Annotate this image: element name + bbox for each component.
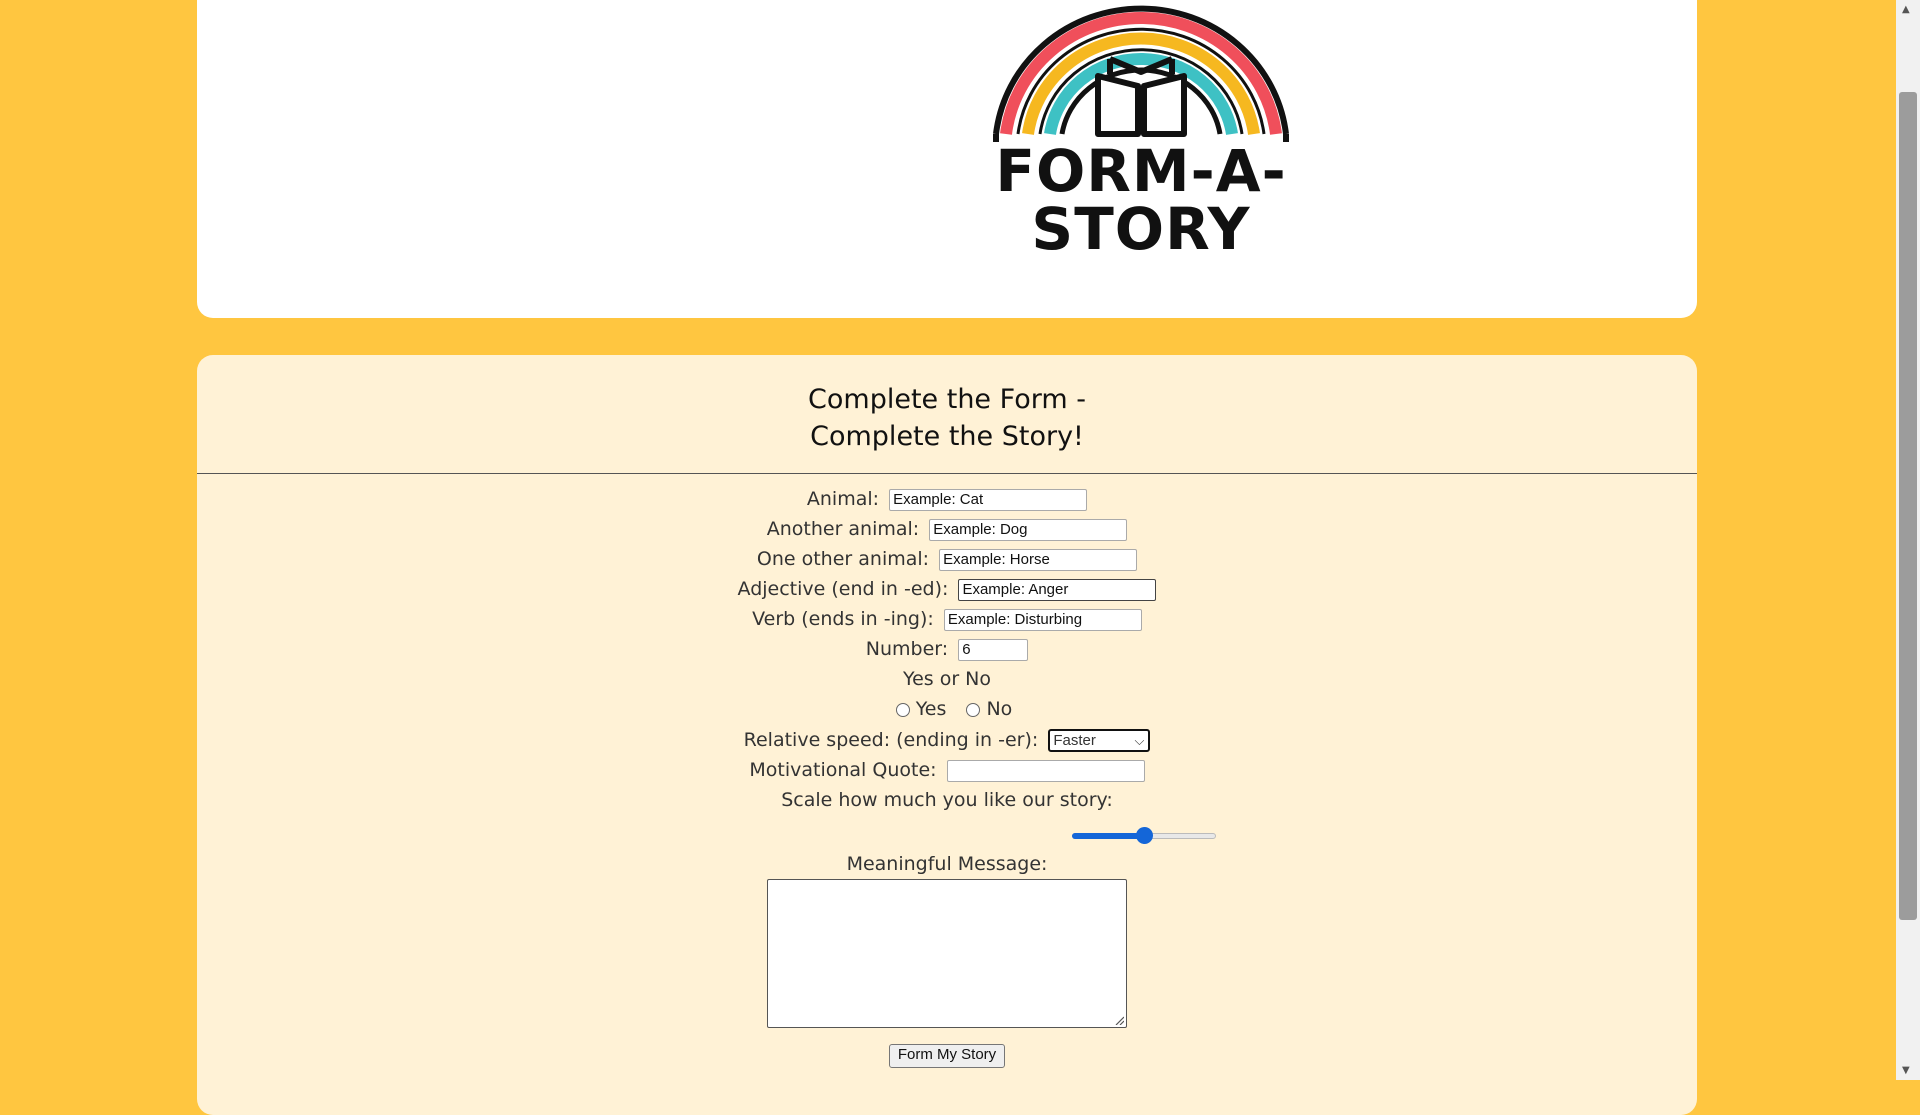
chevron-down-icon: ⌵ bbox=[1134, 733, 1145, 748]
slider-thumb[interactable] bbox=[1136, 827, 1153, 844]
scroll-up-icon[interactable]: ▲ bbox=[1902, 4, 1910, 15]
yes-radio[interactable] bbox=[895, 702, 910, 717]
animal-input[interactable] bbox=[889, 488, 1088, 511]
quote-label: Motivational Quote: bbox=[749, 759, 937, 781]
form-a-story-logo: FORM-A-STORY bbox=[920, 0, 1362, 258]
field-number: Number: bbox=[197, 637, 1697, 661]
another-animal-input[interactable] bbox=[929, 518, 1128, 541]
slider-fill bbox=[1072, 833, 1144, 839]
other-animal-input[interactable] bbox=[939, 548, 1138, 571]
other-animal-label: One other animal: bbox=[756, 548, 930, 570]
header-card: FORM-A-STORY bbox=[197, 0, 1697, 318]
scroll-down-icon[interactable]: ▼ bbox=[1902, 1065, 1910, 1076]
speed-select[interactable]: Faster ⌵ bbox=[1048, 729, 1151, 752]
form-my-story-button[interactable]: Form My Story bbox=[889, 1044, 1005, 1068]
number-input[interactable] bbox=[958, 638, 1029, 661]
brand-wordmark: FORM-A-STORY bbox=[995, 137, 1287, 263]
no-radio[interactable] bbox=[966, 702, 981, 717]
speed-label: Relative speed: (ending in -er): bbox=[743, 729, 1039, 751]
field-another-animal: Another animal: bbox=[197, 517, 1697, 541]
field-quote: Motivational Quote: bbox=[197, 758, 1697, 782]
animal-label: Animal: bbox=[806, 488, 880, 510]
rainbow-book-icon bbox=[993, 5, 1289, 142]
divider bbox=[197, 473, 1697, 474]
yes-no-label: Yes or No bbox=[902, 668, 992, 690]
field-other-animal: One other animal: bbox=[197, 547, 1697, 571]
yes-no-radios: Yes No bbox=[197, 697, 1697, 721]
message-textarea[interactable] bbox=[767, 879, 1127, 1028]
message-label: Meaningful Message: bbox=[846, 853, 1048, 875]
page-scrollbar[interactable]: ▲ ▼ bbox=[1896, 0, 1920, 1080]
speed-selected-value: Faster bbox=[1053, 732, 1096, 749]
quote-input[interactable] bbox=[946, 759, 1145, 782]
field-adjective: Adjective (end in -ed): bbox=[197, 577, 1697, 601]
verb-label: Verb (ends in -ing): bbox=[752, 608, 934, 630]
another-animal-label: Another animal: bbox=[766, 518, 920, 540]
no-label: No bbox=[986, 698, 1013, 720]
field-animal: Animal: bbox=[197, 487, 1697, 511]
number-label: Number: bbox=[865, 638, 949, 660]
scale-label: Scale how much you like our story: bbox=[781, 789, 1113, 811]
verb-input[interactable] bbox=[943, 608, 1142, 631]
story-form: Complete the Form - Complete the Story! … bbox=[197, 355, 1697, 1115]
adjective-input[interactable] bbox=[958, 578, 1157, 601]
field-verb: Verb (ends in -ing): bbox=[197, 607, 1697, 631]
form-title: Complete the Form - Complete the Story! bbox=[808, 384, 1086, 452]
story-rating-slider[interactable] bbox=[1072, 825, 1216, 845]
yes-label: Yes bbox=[915, 698, 947, 720]
resize-grip-icon[interactable] bbox=[1114, 1015, 1124, 1025]
field-speed: Relative speed: (ending in -er): Faster … bbox=[197, 728, 1697, 752]
adjective-label: Adjective (end in -ed): bbox=[737, 578, 949, 600]
scrollbar-thumb[interactable] bbox=[1899, 92, 1917, 920]
